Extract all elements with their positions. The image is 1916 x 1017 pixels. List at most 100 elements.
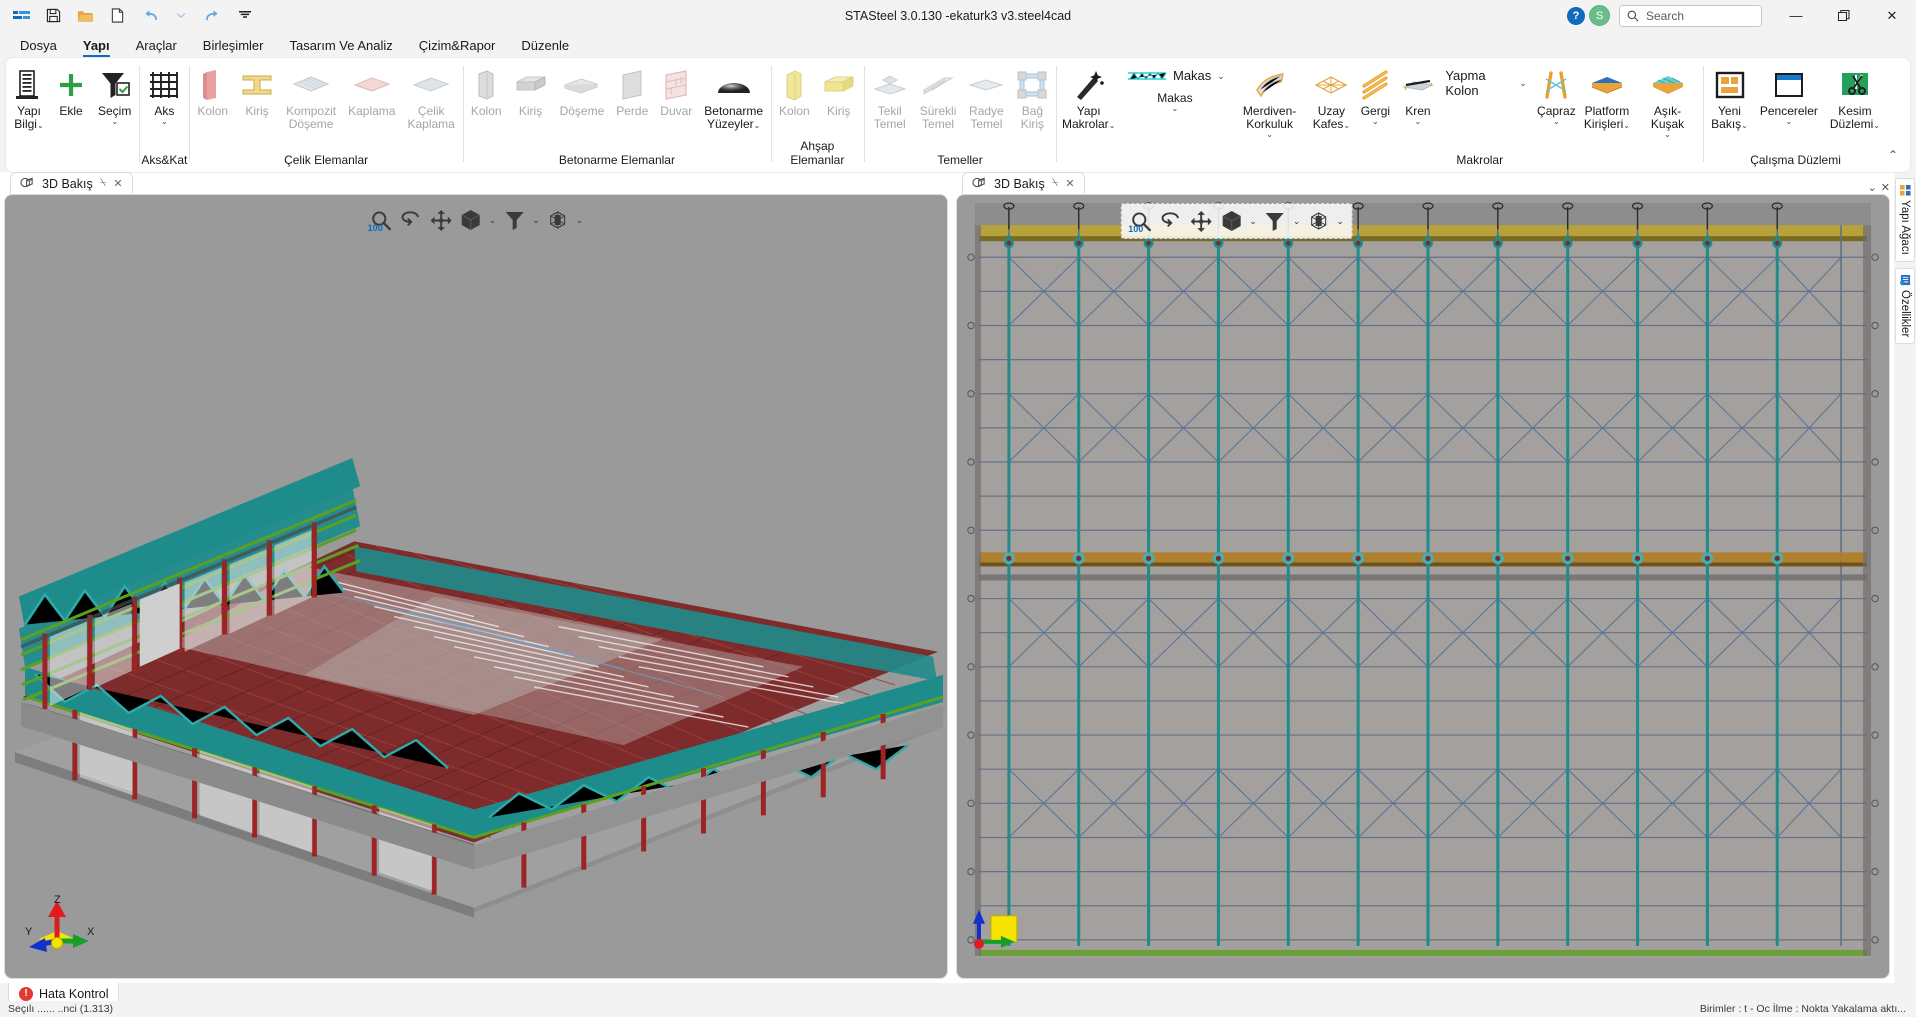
ribbon-item-perde[interactable]: Perde <box>610 63 654 120</box>
ribbon-item-ahsap-kiris[interactable]: Kiriş <box>816 63 862 120</box>
chevron-down-icon[interactable]: ⌄ <box>1291 216 1303 227</box>
scene-plan-view[interactable] <box>957 195 1889 978</box>
ribbon-item-gergi[interactable]: Gergi ⌄ <box>1354 63 1396 128</box>
ribbon-tab-duzenle[interactable]: Düzenle <box>509 36 581 58</box>
ribbon-item-asik-kusak[interactable]: Aşık-Kuşak ⌄ <box>1634 63 1701 141</box>
ribbon-item-makas-dropdown[interactable]: Makas ⌄ <box>1119 65 1231 86</box>
ribbon-item-yapma-kolon[interactable]: Yapma Kolon ⌄ <box>1439 65 1532 101</box>
brick-wall-icon <box>661 65 691 105</box>
ribbon-item-celik-kaplama[interactable]: ÇelikKaplama <box>401 63 460 133</box>
chevron-down-icon[interactable]: ⌄ <box>487 215 499 226</box>
ribbon-item-ahsap-kolon[interactable]: Kolon <box>773 63 816 120</box>
ribbon-item-bag-kiris[interactable]: BağKiriş <box>1010 63 1054 133</box>
chevron-down-icon[interactable]: ⌄ <box>530 215 542 226</box>
undo-icon[interactable] <box>134 3 164 29</box>
ribbon-item-kren[interactable]: Kren ⌄ <box>1396 63 1439 128</box>
customize-qat-icon[interactable] <box>230 3 260 29</box>
ribbon-item-kaplama[interactable]: Kaplama <box>342 63 401 120</box>
viewport-tab-3d-bakis-2[interactable]: 3D Bakış ⍀ ✕ <box>962 172 1085 194</box>
orbit-tool[interactable] <box>1157 207 1185 235</box>
axis-y-label: Y <box>25 926 33 938</box>
zoom-tool[interactable]: 100 <box>367 206 395 234</box>
viewport-left-canvas[interactable]: 100 ⌄ ⌄ ⌄ <box>4 194 948 979</box>
ribbon-item-ekle[interactable]: Ekle <box>50 63 92 120</box>
ribbon-item-yapi-makrolar[interactable]: YapıMakrolar⌄ <box>1058 63 1119 133</box>
open-folder-icon[interactable] <box>70 3 100 29</box>
close-button[interactable]: ✕ <box>1870 0 1914 32</box>
view-3d-icon <box>972 177 987 190</box>
filter-tool[interactable] <box>500 206 528 234</box>
ribbon-item-aks[interactable]: Aks⌄ <box>142 63 186 128</box>
ribbon-item-secim[interactable]: Seçim⌄ <box>92 63 137 128</box>
viewport-right-canvas[interactable]: 100 ⌄ ⌄ ⌄ <box>956 194 1890 979</box>
viewport-tab-3d-bakis-1[interactable]: 3D Bakış ⍀ ✕ <box>10 172 133 194</box>
ribbon-item-yeni-bakis[interactable]: YeniBakış⌄ <box>1705 63 1754 133</box>
ribbon-tab-bar: Dosya Yapı Araçlar Birleşimler Tasarım V… <box>0 32 1916 58</box>
ribbon-item-kompozit-doseme[interactable]: KompozitDöşeme <box>280 63 342 133</box>
scene-3d-isometric[interactable] <box>5 195 947 978</box>
filter-tool[interactable] <box>1261 207 1289 235</box>
view-orientation-tool[interactable] <box>1304 207 1332 235</box>
undo-dropdown-icon[interactable] <box>166 3 196 29</box>
ribbon-item-br-kiris[interactable]: Kiriş <box>508 63 554 120</box>
render-mode-tool[interactable] <box>1217 207 1245 235</box>
ribbon-item-pencereler[interactable]: Pencereler ⌄ <box>1754 63 1824 128</box>
orbit-tool[interactable] <box>397 206 425 234</box>
ribbon-tab-yapi[interactable]: Yapı <box>71 36 122 58</box>
ribbon-tab-araclar[interactable]: Araçlar <box>124 36 189 58</box>
ribbon-item-platform-kirisleri[interactable]: PlatformKirişleri⌄ <box>1580 63 1634 133</box>
ribbon-item-br-kolon[interactable]: Kolon <box>465 63 508 120</box>
pan-tool[interactable] <box>1187 207 1215 235</box>
zoom-tool[interactable]: 100 <box>1127 207 1155 235</box>
ribbon-item-makas[interactable]: Makas⌄ <box>1119 90 1231 115</box>
new-file-icon[interactable] <box>102 3 132 29</box>
restore-button[interactable] <box>1822 0 1866 32</box>
ribbon-item-betonarme-yuzeyler[interactable]: BetonarmeYüzeyler⌄ <box>698 63 769 133</box>
close-icon[interactable]: ✕ <box>113 177 122 190</box>
avatar[interactable]: S <box>1589 5 1610 26</box>
error-control-label: Hata Kontrol <box>39 987 108 1001</box>
chevron-down-icon[interactable]: ⌄ <box>1334 216 1346 227</box>
help-icon[interactable]: ? <box>1567 7 1585 25</box>
ribbon-item-duvar[interactable]: Duvar <box>654 63 698 120</box>
ribbon-label: Merdiven-Korkuluk⌄ <box>1237 105 1303 139</box>
ribbon-item-yapi-bilgi[interactable]: YapıBilgi⌄ <box>8 63 50 133</box>
search-input[interactable]: Search <box>1619 5 1762 27</box>
viewport-right-toolbar: 100 ⌄ ⌄ ⌄ <box>1120 203 1353 239</box>
unpin-icon[interactable]: ⍀ <box>1052 177 1059 190</box>
ribbon-item-tekil-temel[interactable]: TekilTemel <box>866 63 914 133</box>
ribbon-item-br-doseme[interactable]: Döşeme <box>554 63 611 120</box>
close-icon[interactable]: ✕ <box>1065 177 1074 190</box>
cladding-icon <box>353 65 391 105</box>
render-mode-tool[interactable] <box>457 206 485 234</box>
ribbon-item-radye-temel[interactable]: RadyeTemel <box>962 63 1010 133</box>
status-right-text: Birimler : t - Oc İlme : Nokta Yakalama … <box>1700 1003 1916 1015</box>
unpin-icon[interactable]: ⍀ <box>100 177 107 190</box>
ribbon-collapse-button[interactable]: ⌃ <box>1888 148 1898 162</box>
chevron-down-icon[interactable]: ⌄ <box>1247 216 1259 227</box>
ribbon-item-kesim-duzlemi[interactable]: KesimDüzlemi⌄ <box>1824 63 1886 133</box>
ribbon-item-capraz[interactable]: Çapraz ⌄ <box>1533 63 1580 128</box>
rail-tab-yapi-agaci[interactable]: Yapı Ağacı <box>1895 178 1915 262</box>
ribbon-tab-tasarim-ve-analiz[interactable]: Tasarım Ve Analiz <box>277 36 404 58</box>
ribbon-item-uzay-kafes[interactable]: UzayKafes⌄ <box>1308 63 1354 133</box>
chevron-down-icon[interactable]: ⌄ <box>574 215 586 226</box>
minimize-button[interactable]: — <box>1774 0 1818 32</box>
panel-close-button[interactable]: ✕ <box>1881 181 1890 194</box>
save-icon[interactable] <box>38 3 68 29</box>
ribbon-tab-cizim-rapor[interactable]: Çizim&Rapor <box>407 36 508 58</box>
ribbon-tab-birlesimler[interactable]: Birleşimler <box>191 36 276 58</box>
ribbon-group-ahsap-elemanlar: Kolon Kiriş Ahşap Elemanlar <box>771 58 864 172</box>
app-logo-icon[interactable] <box>6 3 36 29</box>
view-orientation-tool[interactable] <box>544 206 572 234</box>
redo-icon[interactable] <box>198 3 228 29</box>
ribbon-item-celik-kolon[interactable]: Kolon <box>191 63 234 120</box>
pan-tool[interactable] <box>427 206 455 234</box>
ribbon-item-merdiven-korkuluk[interactable]: Merdiven-Korkuluk⌄ <box>1231 63 1309 141</box>
ribbon-item-surekli-temel[interactable]: SürekliTemel <box>914 63 963 133</box>
ribbon-tab-dosya[interactable]: Dosya <box>8 36 69 58</box>
ribbon-item-celik-kiris[interactable]: Kiriş <box>234 63 280 120</box>
panel-collapse-button[interactable]: ⌄ <box>1868 181 1877 194</box>
ribbon-label: Kolon <box>779 105 810 118</box>
rail-tab-ozellikler[interactable]: Özellikler <box>1895 268 1915 344</box>
